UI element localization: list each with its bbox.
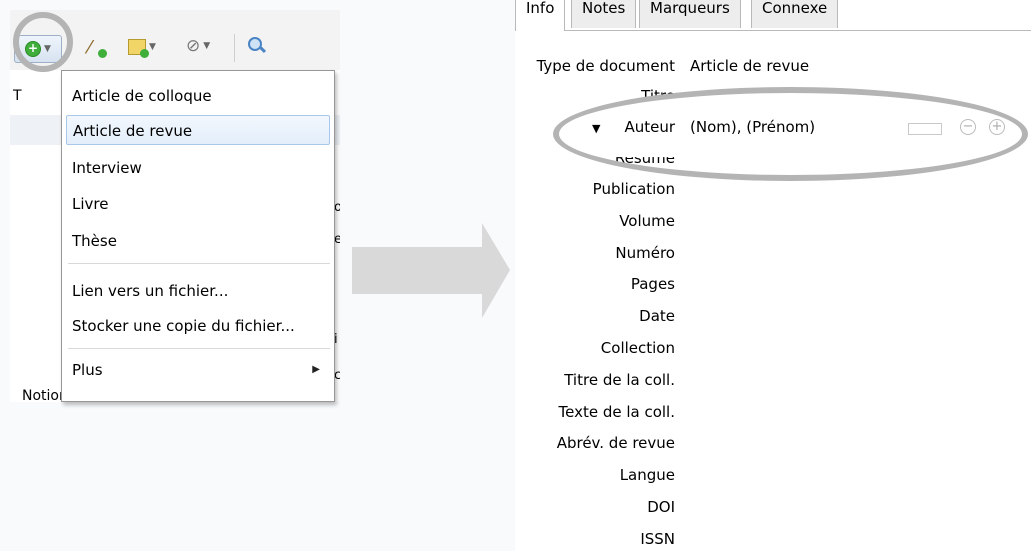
paperclip-icon: ⊘	[186, 36, 201, 56]
tab-bar: Info Notes Marqueurs Connexe	[515, 0, 1031, 31]
chevron-down-icon: ▼	[149, 42, 156, 52]
field-label[interactable]: Date	[515, 307, 675, 325]
search-icon-handle	[258, 45, 267, 54]
toolbar: + ▼ ⁄ ▼ ⊘ ▼	[10, 10, 340, 72]
add-by-identifier-button[interactable]: ⁄	[88, 37, 107, 58]
field-label: Type de document	[536, 57, 675, 75]
new-note-button[interactable]: ▼	[128, 39, 156, 58]
info-pane: Info Notes Marqueurs Connexe Type de doc…	[515, 0, 1031, 551]
author-mode-toggle[interactable]	[908, 123, 942, 135]
field-value-type[interactable]: Article de revue	[690, 57, 809, 75]
tab-marqueurs[interactable]: Marqueurs	[639, 0, 741, 28]
column-header-fragment: T	[13, 88, 22, 104]
menu-item-plus-label: Plus	[72, 361, 103, 379]
field-label: Résumé	[614, 149, 675, 167]
tab-info[interactable]: Info	[515, 0, 566, 31]
menu-item-article-revue[interactable]: Article de revue	[66, 115, 330, 145]
menu-separator	[68, 263, 330, 264]
field-label[interactable]: Langue	[515, 466, 675, 484]
field-label[interactable]: Abrév. de revue	[515, 434, 675, 452]
menu-item-lien-fichier[interactable]: Lien vers un fichier...	[62, 276, 334, 306]
field-label[interactable]: Titre de la coll.	[515, 371, 675, 389]
menu-item-livre[interactable]: Livre	[62, 189, 334, 219]
submenu-arrow-icon: ▶	[312, 364, 320, 375]
menu-item-these[interactable]: Thèse	[62, 226, 334, 256]
new-note-icon	[128, 39, 149, 58]
arrow-right-icon	[352, 223, 510, 318]
menu-item-plus[interactable]: Plus ▶	[62, 355, 334, 385]
remove-author-icon[interactable]: −	[960, 119, 976, 135]
chevron-down-icon: ▼	[203, 41, 211, 51]
field-label: Titre	[641, 87, 675, 105]
plus-icon	[98, 49, 107, 58]
field-label[interactable]: DOI	[515, 498, 675, 516]
menu-item-article-colloque[interactable]: Article de colloque	[62, 81, 334, 111]
search-button[interactable]	[248, 37, 267, 54]
tab-notes[interactable]: Notes	[571, 0, 637, 28]
menu-item-interview[interactable]: Interview	[62, 153, 334, 183]
chevron-down-icon: ▼	[44, 44, 51, 54]
attach-button[interactable]: ⊘ ▼	[186, 36, 210, 56]
field-label[interactable]: ISSN	[515, 530, 675, 548]
menu-separator	[68, 348, 330, 349]
field-label[interactable]: Auteur	[515, 118, 675, 136]
tab-connexe[interactable]: Connexe	[751, 0, 839, 28]
add-author-icon[interactable]: +	[989, 119, 1005, 135]
toolbar-separator	[234, 34, 235, 62]
magic-wand-icon: ⁄	[88, 37, 92, 58]
field-label[interactable]: Texte de la coll.	[515, 403, 675, 421]
new-item-button[interactable]: + ▼	[14, 35, 62, 63]
author-name-field[interactable]: (Nom), (Prénom)	[690, 118, 815, 136]
field-label[interactable]: Publication	[515, 180, 675, 198]
menu-item-stocker-copie[interactable]: Stocker une copie du fichier...	[62, 311, 334, 341]
field-label[interactable]: Numéro	[515, 244, 675, 262]
new-item-menu: Article de colloque Article de revue Int…	[61, 70, 335, 402]
field-label[interactable]: Collection	[515, 339, 675, 357]
field-label[interactable]: Volume	[515, 212, 675, 230]
field-label[interactable]: Pages	[515, 275, 675, 293]
new-item-icon: +	[25, 41, 42, 57]
